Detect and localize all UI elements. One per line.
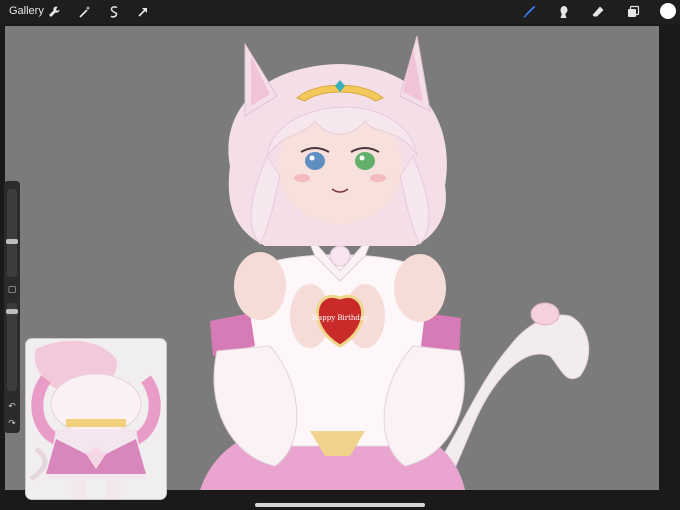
selection-icon[interactable] (105, 3, 123, 21)
reference-window[interactable] (26, 339, 166, 499)
wrench-icon[interactable] (45, 3, 63, 21)
reference-image (26, 339, 166, 499)
layers-icon[interactable] (624, 3, 642, 21)
brush-icon[interactable] (520, 3, 538, 21)
cake-text: Happy Birthday (312, 314, 368, 322)
modify-square-icon[interactable]: ▢ (7, 284, 17, 294)
redo-icon[interactable]: ↷ (7, 418, 17, 428)
brush-sidebar: ▢ ↶ ↷ (4, 181, 20, 433)
eraser-icon[interactable] (589, 3, 607, 21)
top-toolbar: Gallery (0, 0, 680, 24)
brush-size-slider[interactable] (6, 189, 18, 277)
undo-icon[interactable]: ↶ (7, 401, 17, 411)
transform-arrow-icon[interactable] (134, 3, 152, 21)
brush-size-thumb[interactable] (6, 239, 18, 244)
opacity-thumb[interactable] (6, 309, 18, 314)
opacity-slider[interactable] (6, 303, 18, 391)
color-swatch[interactable] (660, 3, 676, 19)
home-indicator (255, 503, 425, 507)
smudge-icon[interactable] (555, 3, 573, 21)
gallery-button[interactable]: Gallery (9, 5, 44, 17)
magic-wand-icon[interactable] (76, 3, 94, 21)
